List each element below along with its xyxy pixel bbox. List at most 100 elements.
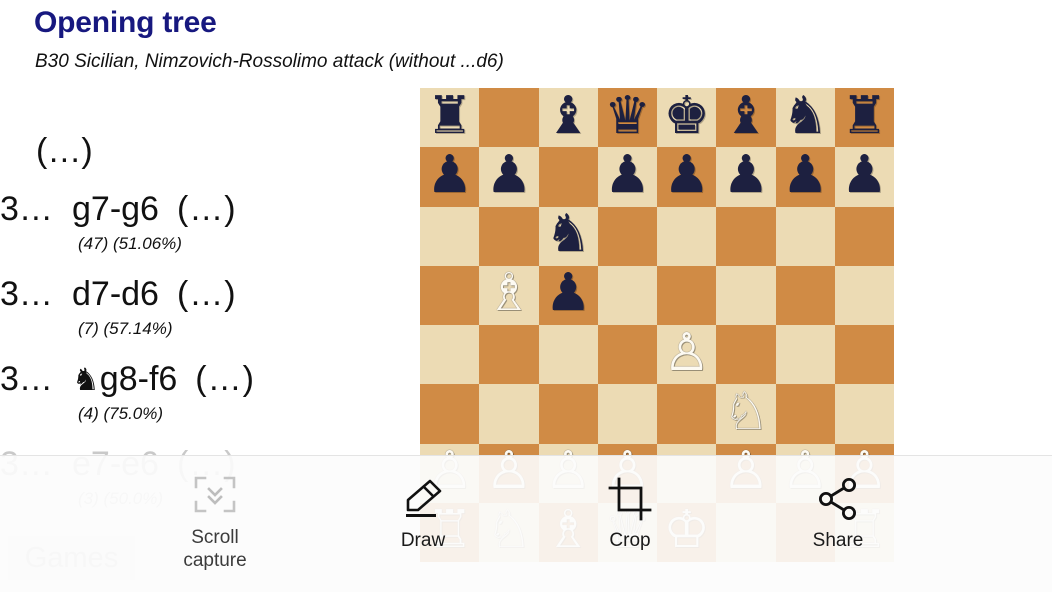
board-square-a6[interactable]: [420, 206, 480, 266]
black-pawn-icon[interactable]: ♟: [545, 267, 592, 319]
black-king-icon[interactable]: ♚: [663, 90, 710, 142]
board-square-e8[interactable]: ♚: [657, 88, 717, 148]
board-square-e3[interactable]: [657, 384, 717, 444]
board-square-g6[interactable]: [775, 206, 835, 266]
move-san: d7-d6: [72, 275, 159, 313]
board-square-f4[interactable]: [716, 325, 776, 385]
board-square-d7[interactable]: ♟: [597, 147, 657, 207]
move-number: 3…: [0, 190, 53, 228]
black-pawn-icon[interactable]: ♟: [782, 149, 829, 201]
board-square-h5[interactable]: [834, 265, 894, 325]
board-square-c6[interactable]: ♞: [538, 206, 598, 266]
board-square-f8[interactable]: ♝: [716, 88, 776, 148]
move-san: g7-g6: [72, 190, 159, 228]
board-square-d6[interactable]: [597, 206, 657, 266]
move-main: 3… d7-d6 (…): [0, 267, 237, 321]
board-square-e7[interactable]: ♟: [657, 147, 717, 207]
move-continuation: (…): [176, 275, 237, 313]
board-square-g8[interactable]: ♞: [775, 88, 835, 148]
board-square-a8[interactable]: ♜: [420, 88, 480, 148]
board-square-b3[interactable]: [479, 384, 539, 444]
move-stats: (4) (75.0%): [78, 404, 163, 424]
move-piece-glyph: ♞: [72, 362, 100, 397]
move-row[interactable]: 3… g7-g6 (…) (47) (51.06%): [0, 182, 415, 267]
board-square-h6[interactable]: [834, 206, 894, 266]
black-rook-icon[interactable]: ♜: [426, 90, 473, 142]
white-pawn-icon[interactable]: ♙: [663, 327, 710, 379]
board-square-b7[interactable]: ♟: [479, 147, 539, 207]
black-knight-icon[interactable]: ♞: [782, 90, 829, 142]
board-square-e5[interactable]: [657, 265, 717, 325]
black-pawn-icon[interactable]: ♟: [604, 149, 651, 201]
draw-button[interactable]: Draw: [363, 474, 483, 552]
board-square-g7[interactable]: ♟: [775, 147, 835, 207]
board-square-a7[interactable]: ♟: [420, 147, 480, 207]
board-square-c8[interactable]: ♝: [538, 88, 598, 148]
draw-label: Draw: [400, 530, 446, 551]
crop-button[interactable]: Crop: [570, 474, 690, 552]
board-square-f5[interactable]: [716, 265, 776, 325]
board-square-c7[interactable]: [538, 147, 598, 207]
board-square-d3[interactable]: [597, 384, 657, 444]
pencil-icon: [363, 474, 483, 524]
page-title: Opening tree: [34, 6, 217, 39]
board-square-g3[interactable]: [775, 384, 835, 444]
opening-subtitle: B30 Sicilian, Nimzovich-Rossolimo attack…: [35, 51, 504, 72]
move-continuation: (…): [195, 360, 255, 398]
board-square-b5[interactable]: ♗: [479, 265, 539, 325]
board-square-d5[interactable]: [597, 265, 657, 325]
crop-label: Crop: [609, 530, 651, 551]
board-square-c5[interactable]: ♟: [538, 265, 598, 325]
board-square-f6[interactable]: [716, 206, 776, 266]
black-rook-icon[interactable]: ♜: [841, 90, 888, 142]
black-bishop-icon[interactable]: ♝: [723, 90, 770, 142]
board-square-a5[interactable]: [420, 265, 480, 325]
move-continuation: (…): [176, 190, 237, 228]
board-square-e6[interactable]: [657, 206, 717, 266]
board-square-f7[interactable]: ♟: [716, 147, 776, 207]
black-pawn-icon[interactable]: ♟: [486, 149, 533, 201]
move-score-percent: (57.14%): [103, 319, 173, 338]
screenshot-root: Opening tree B30 Sicilian, Nimzovich-Ros…: [0, 0, 1052, 592]
scroll-capture-icon: [155, 470, 275, 520]
board-square-a3[interactable]: [420, 384, 480, 444]
black-pawn-icon[interactable]: ♟: [841, 149, 888, 201]
board-square-e4[interactable]: ♙: [657, 325, 717, 385]
board-square-c4[interactable]: [538, 325, 598, 385]
board-square-h7[interactable]: ♟: [834, 147, 894, 207]
move-row[interactable]: 3… d7-d6 (…) (7) (57.14%): [0, 267, 415, 352]
move-game-count: (7): [78, 319, 99, 338]
black-pawn-icon[interactable]: ♟: [723, 149, 770, 201]
move-number: 3…: [0, 275, 53, 313]
move-row[interactable]: 3… ♞g8-f6 (…) (4) (75.0%): [0, 352, 415, 437]
white-knight-icon[interactable]: ♘: [723, 386, 770, 438]
black-bishop-icon[interactable]: ♝: [545, 90, 592, 142]
board-square-c3[interactable]: [538, 384, 598, 444]
board-square-h4[interactable]: [834, 325, 894, 385]
crop-icon: [570, 474, 690, 524]
white-bishop-icon[interactable]: ♗: [486, 267, 533, 319]
black-pawn-icon[interactable]: ♟: [663, 149, 710, 201]
black-knight-icon[interactable]: ♞: [545, 208, 592, 260]
board-square-d8[interactable]: ♛: [597, 88, 657, 148]
board-square-d4[interactable]: [597, 325, 657, 385]
board-square-h3[interactable]: [834, 384, 894, 444]
scroll-capture-label: Scroll capture: [183, 527, 247, 571]
share-icon: [778, 474, 898, 524]
board-square-b4[interactable]: [479, 325, 539, 385]
move-main: 3… g7-g6 (…): [0, 182, 237, 236]
board-square-g5[interactable]: [775, 265, 835, 325]
board-square-h8[interactable]: ♜: [834, 88, 894, 148]
board-square-f3[interactable]: ♘: [716, 384, 776, 444]
scroll-capture-button[interactable]: Scroll capture: [155, 470, 275, 572]
board-square-b6[interactable]: [479, 206, 539, 266]
move-main: 3… ♞g8-f6 (…): [0, 352, 255, 406]
move-stats: (7) (57.14%): [78, 319, 173, 339]
move-root-continuation[interactable]: (…): [0, 120, 415, 182]
share-button[interactable]: Share: [778, 474, 898, 552]
black-pawn-icon[interactable]: ♟: [426, 149, 473, 201]
black-queen-icon[interactable]: ♛: [604, 90, 651, 142]
board-square-a4[interactable]: [420, 325, 480, 385]
board-square-b8[interactable]: [479, 88, 539, 148]
board-square-g4[interactable]: [775, 325, 835, 385]
